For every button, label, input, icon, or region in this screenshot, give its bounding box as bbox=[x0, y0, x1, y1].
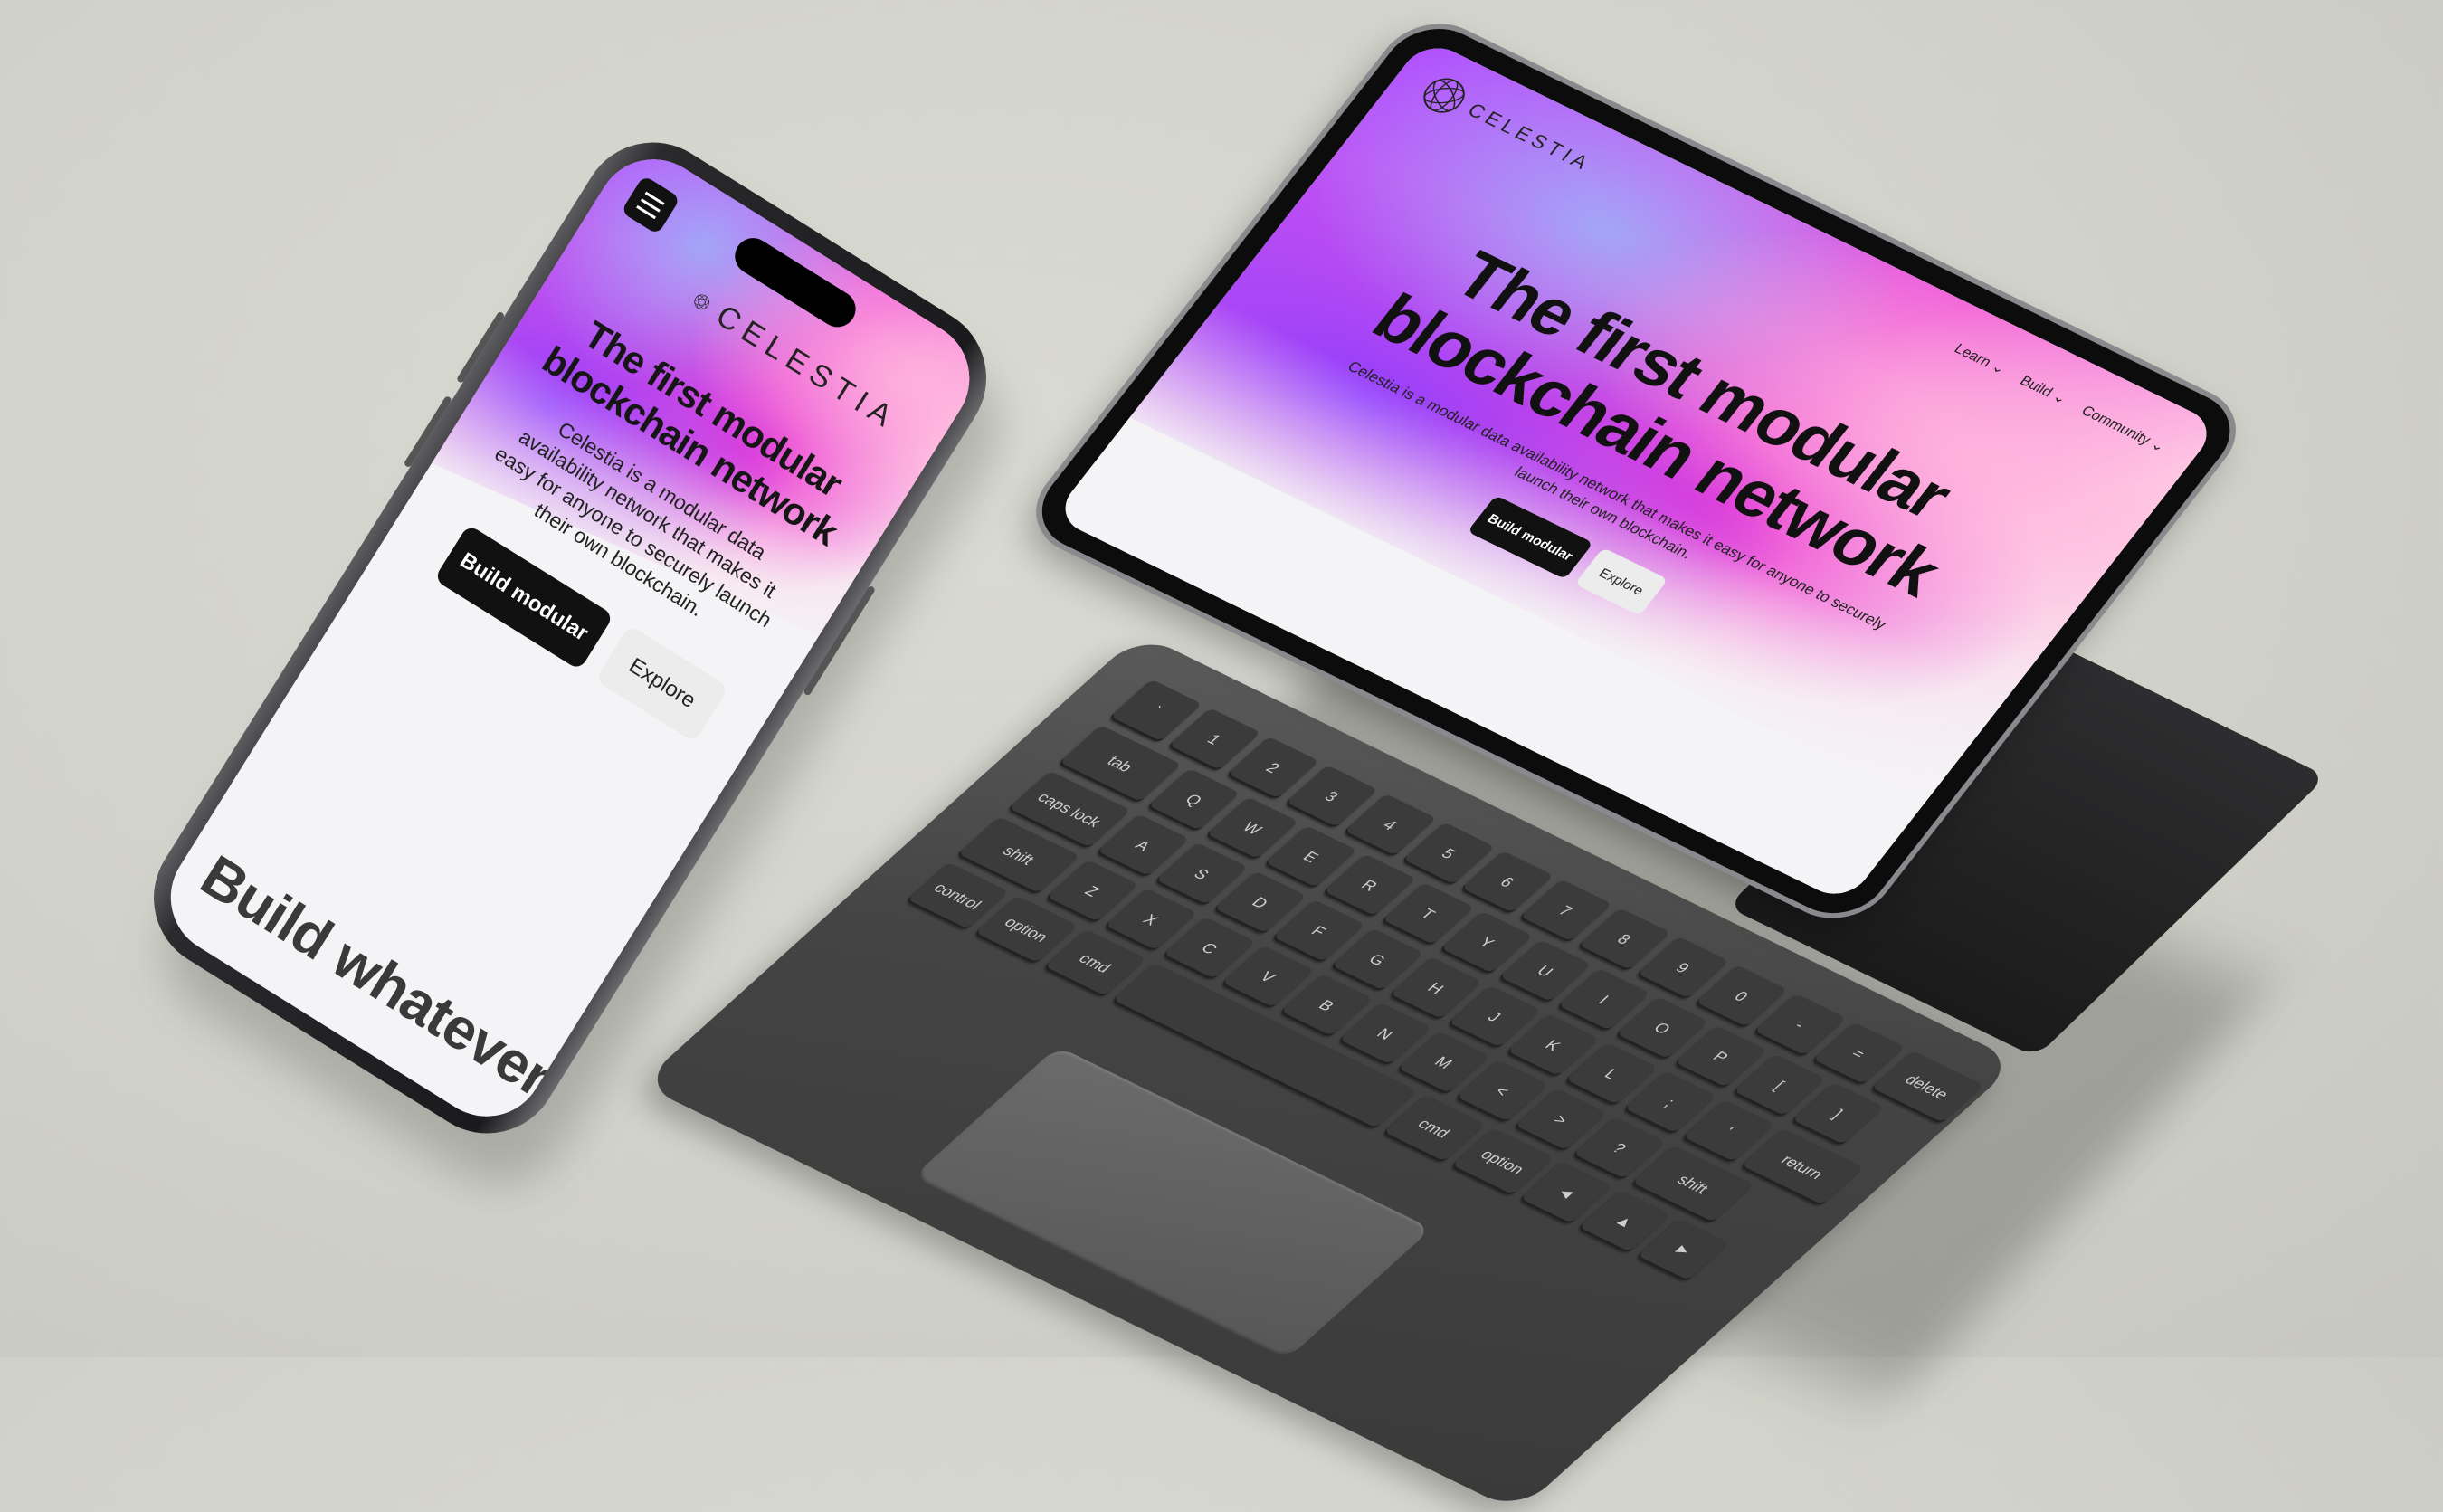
phone-footer-text: Build whatever bbox=[190, 842, 564, 1109]
chevron-down-icon: ⌄ bbox=[2049, 389, 2070, 407]
chevron-down-icon: ⌄ bbox=[1988, 359, 2009, 377]
hamburger-icon bbox=[636, 191, 665, 219]
